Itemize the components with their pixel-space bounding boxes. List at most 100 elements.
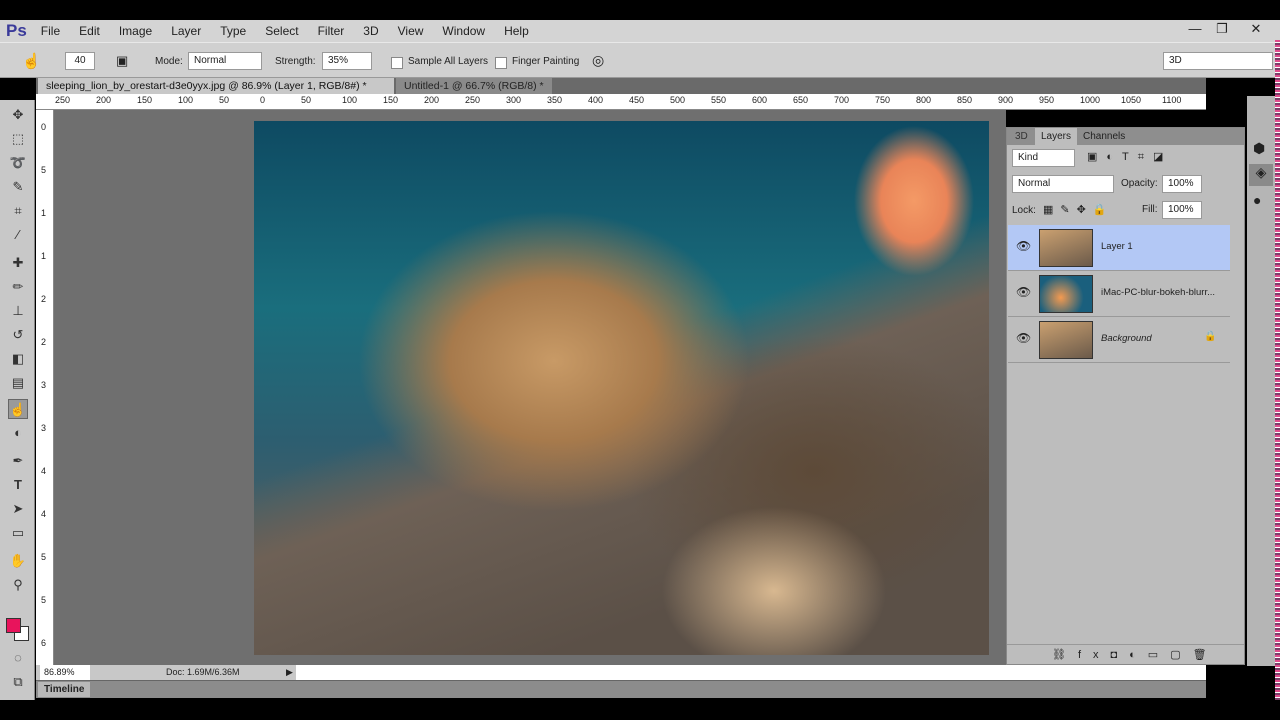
layer-filter-select[interactable]: Kind	[1012, 149, 1075, 167]
layer-row-bokeh[interactable]: 👁 iMac-PC-blur-bokeh-blurr...	[1008, 271, 1230, 317]
menu-file[interactable]: File	[41, 24, 60, 38]
tab-3d[interactable]: 3D	[1009, 128, 1034, 145]
ruler-label: 5	[41, 165, 47, 175]
gradient-tool-icon[interactable]: ▤	[8, 373, 28, 393]
visibility-eye-icon[interactable]: 👁	[1016, 285, 1031, 299]
smudge-tool-icon[interactable]: ☝	[22, 52, 41, 70]
layer-actions-bar[interactable]: ⛓fx◘◐▭▢🗑	[1007, 644, 1244, 664]
hand-tool-icon[interactable]: ✋	[8, 551, 28, 571]
tab-lion-document[interactable]: sleeping_lion_by_orestart-d3e0yyx.jpg @ …	[38, 78, 394, 94]
tab-channels[interactable]: Channels	[1077, 128, 1131, 145]
mode-select[interactable]: Normal	[188, 52, 262, 70]
ruler-label: 0	[260, 95, 266, 105]
ruler-label: 700	[834, 95, 850, 105]
menu-filter[interactable]: Filter	[318, 24, 345, 38]
visibility-eye-icon[interactable]: 👁	[1016, 239, 1031, 253]
horizontal-ruler: 250 200 150 100 50 0 50 100 150 200 250 300 350 400 45…	[36, 94, 1206, 110]
ruler-label: 450	[629, 95, 645, 105]
workspace-select[interactable]: 3D	[1163, 52, 1273, 70]
timeline-panel: Timeline	[36, 680, 1206, 698]
menu-view[interactable]: View	[398, 24, 424, 38]
ruler-label: 900	[998, 95, 1014, 105]
filter-icons[interactable]: ▣◐T⌗◪	[1087, 150, 1172, 164]
vertical-ruler: 0 5 1 1 2 2 3 3 4 4 5 5 6	[36, 110, 54, 665]
finger-painting-checkbox[interactable]	[495, 57, 507, 69]
channels-icon[interactable]: ●	[1253, 192, 1261, 208]
menu-help[interactable]: Help	[504, 24, 529, 38]
quick-select-tool-icon[interactable]: ✎	[8, 177, 28, 197]
opacity-field[interactable]: 100%	[1162, 175, 1202, 193]
fill-field[interactable]: 100%	[1162, 201, 1202, 219]
layer-row-background[interactable]: 👁 Background 🔒	[1008, 317, 1230, 363]
ruler-label: 1	[41, 208, 47, 218]
ruler-label: 550	[711, 95, 727, 105]
brush-panel-icon[interactable]: ▣	[116, 53, 128, 69]
menu-image[interactable]: Image	[119, 24, 152, 38]
close-button[interactable]: ✕	[1241, 20, 1271, 40]
menu-3d[interactable]: 3D	[363, 24, 378, 38]
screen-mode-icon[interactable]: ⧉	[8, 672, 28, 692]
ruler-label: 100	[342, 95, 358, 105]
quick-mask-icon[interactable]: ◌	[8, 648, 28, 668]
layer-name: Layer 1	[1101, 241, 1133, 252]
stamp-tool-icon[interactable]: ⊥	[8, 301, 28, 321]
ruler-label: 200	[424, 95, 440, 105]
horizontal-scrollbar[interactable]	[296, 665, 1206, 680]
lion-image[interactable]	[254, 121, 989, 655]
lock-icons[interactable]: ▦✎✥🔒	[1043, 203, 1114, 216]
layer-row-layer-1[interactable]: 👁 Layer 1	[1008, 225, 1230, 271]
history-brush-icon[interactable]: ↺	[8, 325, 28, 345]
restore-button[interactable]: ❐	[1207, 20, 1237, 40]
blend-mode-select[interactable]: Normal	[1012, 175, 1114, 193]
timeline-tab[interactable]: Timeline	[38, 682, 91, 697]
type-tool-icon[interactable]: T	[8, 475, 28, 495]
path-select-icon[interactable]: ➤	[8, 499, 28, 519]
smudge-tool-icon[interactable]: ☝	[8, 399, 28, 419]
ruler-label: 100	[178, 95, 194, 105]
ruler-label: 6	[41, 638, 47, 648]
strength-label: Strength:	[275, 56, 316, 67]
foreground-color-swatch[interactable]	[6, 618, 21, 633]
menu-window[interactable]: Window	[442, 24, 485, 38]
ruler-label: 750	[875, 95, 891, 105]
move-tool-icon[interactable]: ✥	[8, 105, 28, 125]
opacity-label: Opacity:	[1121, 178, 1158, 189]
pressure-icon[interactable]: ◎	[592, 52, 604, 69]
menu-select[interactable]: Select	[265, 24, 298, 38]
strength-field[interactable]: 35%	[322, 52, 372, 70]
edge-artifact	[1275, 40, 1280, 700]
brush-tool-icon[interactable]: ✏	[8, 277, 28, 297]
3d-icon[interactable]: ⬢	[1253, 140, 1265, 157]
visibility-eye-icon[interactable]: 👁	[1016, 331, 1031, 345]
menu-layer[interactable]: Layer	[171, 24, 201, 38]
marquee-tool-icon[interactable]: ⬚	[8, 129, 28, 149]
sample-all-layers-checkbox[interactable]	[391, 57, 403, 69]
eraser-tool-icon[interactable]: ◧	[8, 349, 28, 369]
minimize-button[interactable]: —	[1180, 20, 1210, 40]
ruler-label: 400	[588, 95, 604, 105]
lasso-tool-icon[interactable]: ➰	[8, 153, 28, 173]
crop-tool-icon[interactable]: ⌗	[8, 201, 28, 221]
brush-size-field[interactable]: 40	[65, 52, 95, 70]
layers-icon[interactable]: ◈	[1249, 164, 1273, 186]
status-menu-arrow-icon[interactable]: ▶	[286, 665, 293, 680]
layer-name: iMac-PC-blur-bokeh-blurr...	[1101, 287, 1216, 298]
healing-brush-icon[interactable]: ✚	[8, 253, 28, 273]
zoom-level[interactable]: 86.89%	[40, 665, 90, 680]
ruler-label: 4	[41, 509, 47, 519]
layer-name: Background	[1101, 333, 1152, 344]
zoom-tool-icon[interactable]: ⚲	[8, 575, 28, 595]
tab-untitled-1[interactable]: Untitled-1 @ 66.7% (RGB/8) *	[396, 78, 552, 94]
menu-edit[interactable]: Edit	[79, 24, 100, 38]
panel-icon-column: ⬢ ◈ ●	[1247, 96, 1275, 666]
doc-size: Doc: 1.69M/6.36M	[166, 667, 240, 677]
tab-layers[interactable]: Layers	[1035, 128, 1078, 145]
ruler-label: 650	[793, 95, 809, 105]
eyedropper-tool-icon[interactable]: ⁄	[8, 225, 28, 245]
ruler-label: 350	[547, 95, 563, 105]
ruler-label: 5	[41, 552, 47, 562]
menu-type[interactable]: Type	[220, 24, 246, 38]
pen-tool-icon[interactable]: ✒	[8, 451, 28, 471]
shape-tool-icon[interactable]: ▭	[8, 523, 28, 543]
dodge-tool-icon[interactable]: ◐	[8, 423, 28, 443]
